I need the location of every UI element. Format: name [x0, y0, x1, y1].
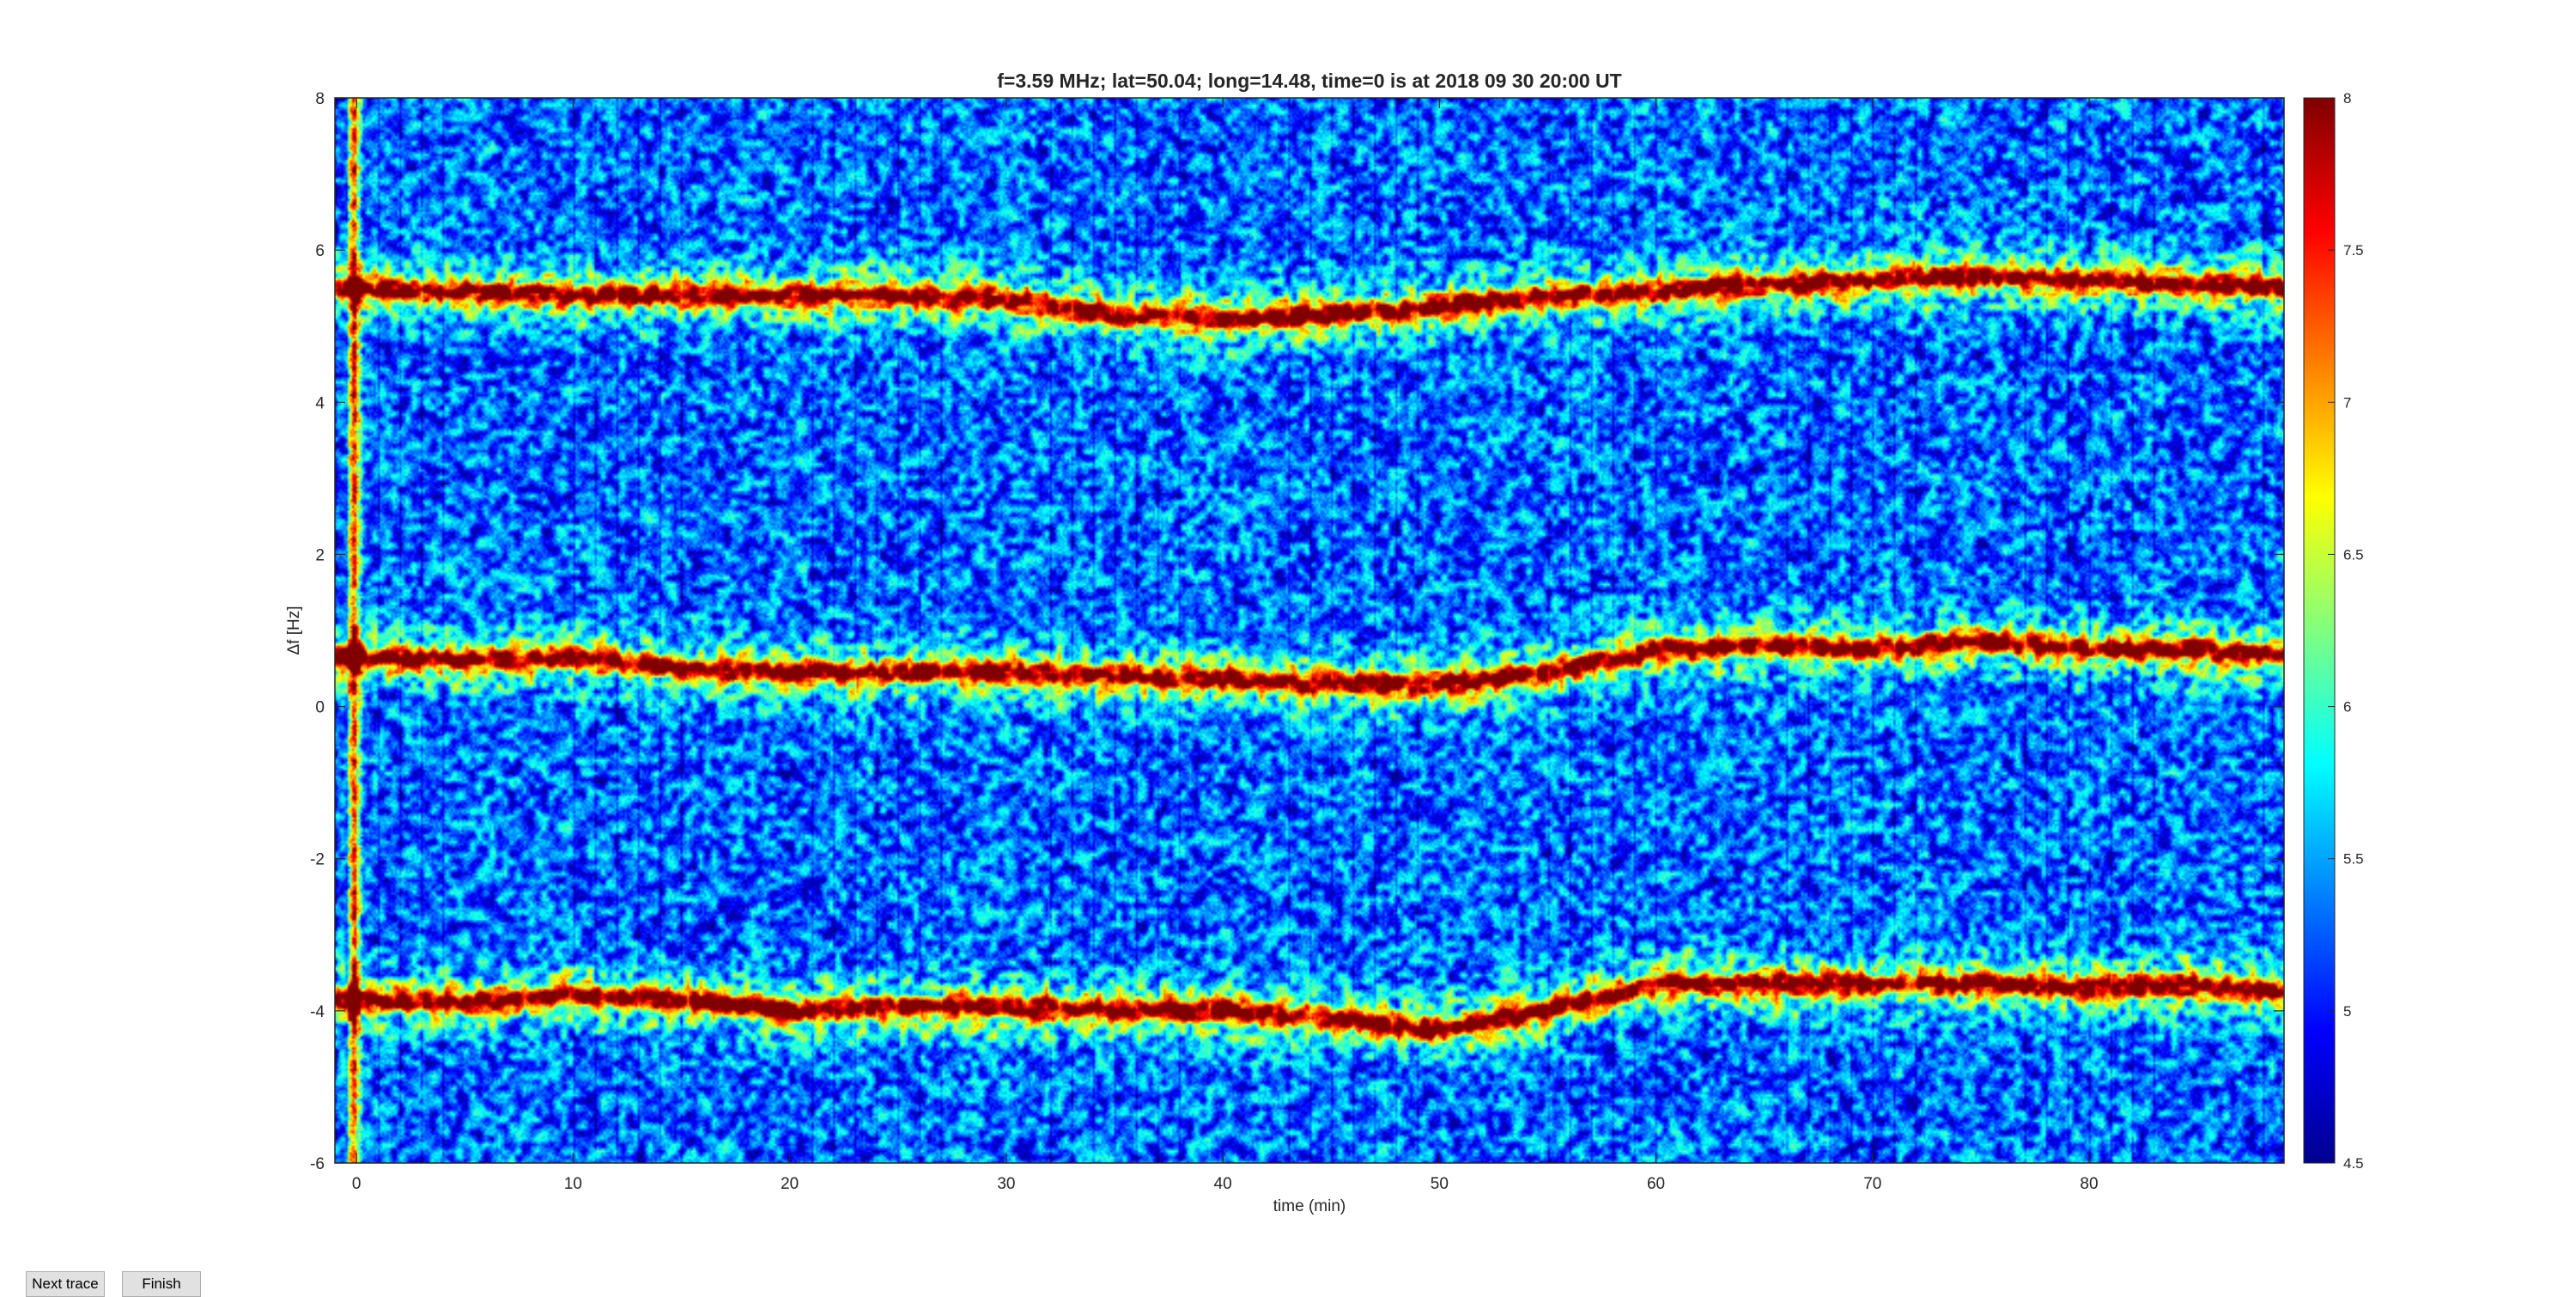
y-tick-label: 8	[315, 90, 325, 108]
colorbar-tick-label: 6.5	[2343, 546, 2364, 563]
x-tick-label: 0	[352, 1175, 361, 1193]
next-trace-button[interactable]: Next trace	[26, 1271, 105, 1297]
x-tick-label: 50	[1431, 1175, 1449, 1193]
y-tick-label: 4	[315, 394, 325, 412]
x-tick-label: 40	[1214, 1175, 1232, 1193]
x-tick-label: 60	[1647, 1175, 1665, 1193]
y-tick-label: -2	[310, 851, 325, 869]
y-tick-label: 6	[315, 242, 325, 260]
plot-area	[335, 98, 2284, 1163]
x-tick-label: 20	[781, 1175, 799, 1193]
y-tick-label: -4	[310, 1003, 325, 1021]
spectrogram-figure: f=3.59 MHz; lat=50.04; long=14.48, time=…	[285, 70, 2364, 1215]
x-axis-label: time (min)	[1273, 1197, 1346, 1215]
colorbar-tick-label: 8	[2343, 90, 2351, 107]
heatmap-image	[335, 98, 2284, 1163]
colorbar-tick-label: 5.5	[2343, 851, 2364, 868]
colorbar-tick-label: 7	[2343, 394, 2351, 411]
y-axis-label: Δf [Hz]	[285, 606, 303, 655]
finish-button[interactable]: Finish	[122, 1271, 201, 1297]
x-tick-label: 70	[1863, 1175, 1881, 1193]
y-tick-label: 0	[315, 699, 325, 717]
chart-title: f=3.59 MHz; lat=50.04; long=14.48, time=…	[997, 70, 1621, 92]
x-tick-label: 10	[564, 1175, 582, 1193]
colorbar	[2303, 97, 2336, 1164]
y-tick-label: 2	[315, 546, 325, 564]
colorbar-tick-label: 6	[2343, 699, 2351, 715]
x-tick-label: 80	[2080, 1175, 2098, 1193]
colorbar-tick-label: 4.5	[2343, 1155, 2364, 1172]
y-tick-label: -6	[310, 1155, 325, 1173]
colorbar-tick-label: 5	[2343, 1003, 2351, 1020]
colorbar-tick-label: 7.5	[2343, 242, 2364, 259]
x-tick-label: 30	[997, 1175, 1015, 1193]
